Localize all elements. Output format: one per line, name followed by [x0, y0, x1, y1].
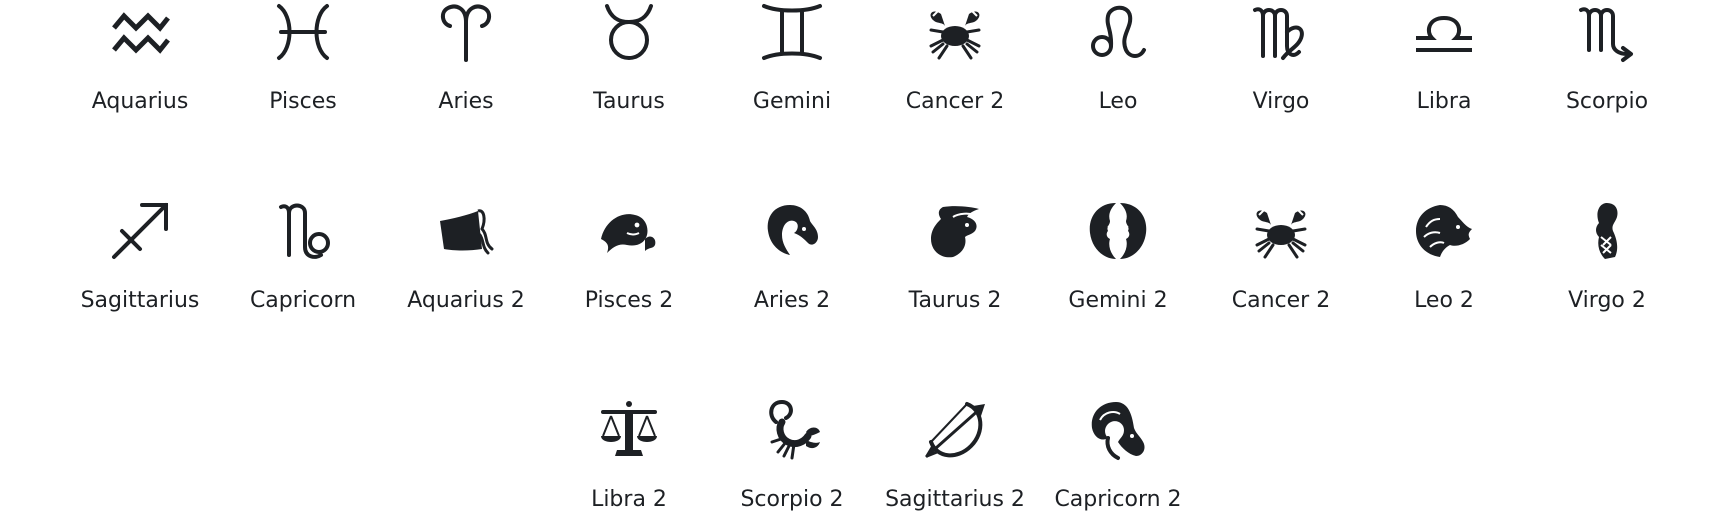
icon-label: Aquarius: [91, 89, 189, 114]
sagittarius-bow-arrow-icon: [923, 398, 987, 462]
icon-label: Libra: [1416, 89, 1472, 114]
icon-label: Cancer 2: [1231, 288, 1331, 313]
taurus-icon: [597, 0, 661, 64]
icon-label: Leo: [1098, 89, 1138, 114]
leo-icon: [1086, 0, 1150, 64]
icon-tile-leo-2[interactable]: Leo 2: [1363, 199, 1525, 323]
icon-tile-sagittarius[interactable]: Sagittarius: [59, 199, 221, 323]
icon-tile-libra-2[interactable]: Libra 2: [548, 398, 710, 522]
icon-label: Taurus 2: [908, 288, 1002, 313]
icon-label: Scorpio 2: [740, 487, 844, 512]
aries-ram-head-icon: [760, 199, 824, 263]
icon-label: Aries 2: [753, 288, 831, 313]
capricorn-goat-head-icon: [1086, 398, 1150, 462]
icon-label: Gemini 2: [1068, 288, 1168, 313]
libra-scales-icon: [597, 398, 661, 462]
libra-icon: [1412, 0, 1476, 64]
icon-label: Cancer 2: [905, 89, 1005, 114]
icon-label: Libra 2: [591, 487, 667, 512]
icon-tile-cancer-2-b[interactable]: Cancer 2: [1200, 199, 1362, 323]
zodiac-icon-grid: Aquarius Pisces Aries Taurus Gemini Canc…: [0, 0, 1736, 514]
taurus-bull-head-icon: [923, 199, 987, 263]
icon-row: Libra 2 Scorpio 2 Sagittarius 2 Capricor…: [0, 398, 1736, 528]
icon-tile-pisces-2[interactable]: Pisces 2: [548, 199, 710, 323]
icon-label: Sagittarius: [80, 288, 200, 313]
gemini-twins-faces-icon: [1086, 199, 1150, 263]
icon-tile-leo[interactable]: Leo: [1037, 0, 1199, 124]
scorpio-icon: [1575, 0, 1639, 64]
gemini-icon: [760, 0, 824, 64]
icon-label: Aries: [438, 89, 494, 114]
icon-tile-scorpio[interactable]: Scorpio: [1526, 0, 1688, 124]
icon-tile-scorpio-2[interactable]: Scorpio 2: [711, 398, 873, 522]
icon-tile-aquarius-2[interactable]: Aquarius 2: [385, 199, 547, 323]
icon-tile-sagittarius-2[interactable]: Sagittarius 2: [874, 398, 1036, 522]
icon-label: Gemini: [752, 89, 832, 114]
icon-tile-cancer-2[interactable]: Cancer 2: [874, 0, 1036, 124]
pisces-icon: [271, 0, 335, 64]
icon-label: Aquarius 2: [407, 288, 525, 313]
icon-tile-taurus[interactable]: Taurus: [548, 0, 710, 124]
scorpio-scorpion-icon: [760, 398, 824, 462]
icon-tile-pisces[interactable]: Pisces: [222, 0, 384, 124]
icon-tile-virgo[interactable]: Virgo: [1200, 0, 1362, 124]
icon-label: Taurus: [593, 89, 665, 114]
icon-label: Capricorn 2: [1054, 487, 1182, 512]
aquarius-jar-icon: [434, 199, 498, 263]
sagittarius-icon: [108, 199, 172, 263]
icon-label: Leo 2: [1414, 288, 1474, 313]
icon-label: Scorpio: [1565, 89, 1649, 114]
icon-tile-libra[interactable]: Libra: [1363, 0, 1525, 124]
cancer-crab-icon: [1249, 199, 1313, 263]
icon-label: Virgo 2: [1568, 288, 1646, 313]
icon-tile-capricorn[interactable]: Capricorn: [222, 199, 384, 323]
icon-label: Virgo: [1252, 89, 1310, 114]
icon-label: Pisces 2: [584, 288, 674, 313]
icon-tile-aries-2[interactable]: Aries 2: [711, 199, 873, 323]
icon-tile-taurus-2[interactable]: Taurus 2: [874, 199, 1036, 323]
icon-tile-virgo-2[interactable]: Virgo 2: [1526, 199, 1688, 323]
icon-tile-aries[interactable]: Aries: [385, 0, 547, 124]
aquarius-icon: [108, 0, 172, 64]
virgo-maiden-icon: [1575, 199, 1639, 263]
icon-tile-gemini[interactable]: Gemini: [711, 0, 873, 124]
pisces-fish-icon: [597, 199, 661, 263]
cancer-crab-icon: [923, 0, 987, 64]
icon-row: Sagittarius Capricorn Aquarius 2 Pisces …: [0, 199, 1736, 329]
icon-tile-capricorn-2[interactable]: Capricorn 2: [1037, 398, 1199, 522]
icon-row: Aquarius Pisces Aries Taurus Gemini Canc…: [0, 0, 1736, 130]
capricorn-icon: [271, 199, 335, 263]
icon-tile-aquarius[interactable]: Aquarius: [59, 0, 221, 124]
icon-label: Capricorn: [249, 288, 357, 313]
virgo-icon: [1249, 0, 1313, 64]
leo-lion-head-icon: [1412, 199, 1476, 263]
icon-tile-gemini-2[interactable]: Gemini 2: [1037, 199, 1199, 323]
icon-label: Sagittarius 2: [885, 487, 1025, 512]
aries-icon: [434, 0, 498, 64]
icon-label: Pisces: [269, 89, 337, 114]
